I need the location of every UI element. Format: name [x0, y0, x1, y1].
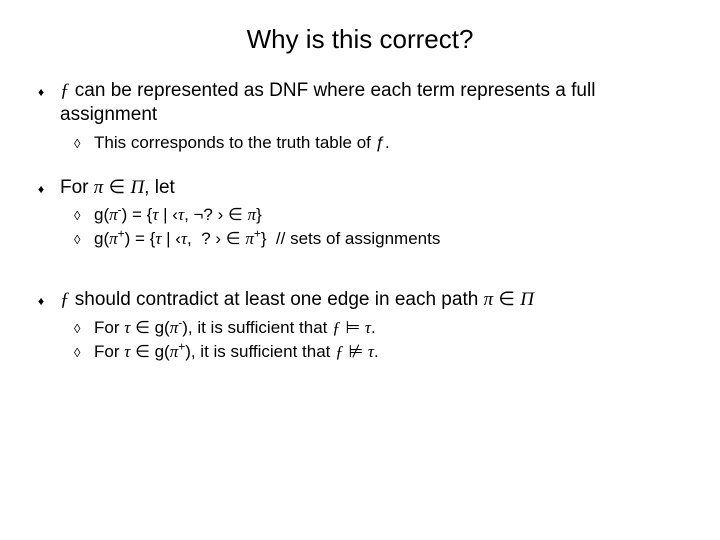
bullet-c: ƒ should contradict at least one edge in… — [34, 288, 686, 312]
bullet-a-sub1: This corresponds to the truth table of ƒ… — [34, 132, 686, 154]
slide: Why is this correct? ƒ can be represente… — [0, 0, 720, 540]
bullet-b-sub2: g(π+) = {τ | ‹τ, ? › ∈ π+} // sets of as… — [34, 228, 686, 250]
bullet-b-sub1: g(π-) = {τ | ‹τ, ¬? › ∈ π} — [34, 204, 686, 226]
page-title: Why is this correct? — [34, 24, 686, 55]
sym-f: ƒ — [60, 80, 70, 101]
spacer-large — [34, 252, 686, 288]
bullet-a-sub1-text: This corresponds to the truth table of ƒ… — [94, 133, 390, 152]
bullet-c-sub1: For τ ∈ g(π-), it is sufficient that ƒ ⊨… — [34, 317, 686, 339]
bullet-c-sub2: For τ ∈ g(π+), it is sufficient that ƒ ⊭… — [34, 341, 686, 363]
spacer — [34, 156, 686, 176]
bullet-a: ƒ can be represented as DNF where each t… — [34, 79, 686, 128]
bullet-a-text: can be represented as DNF where each ter… — [60, 80, 595, 125]
bullet-b: For π ∈ Π, let — [34, 176, 686, 200]
